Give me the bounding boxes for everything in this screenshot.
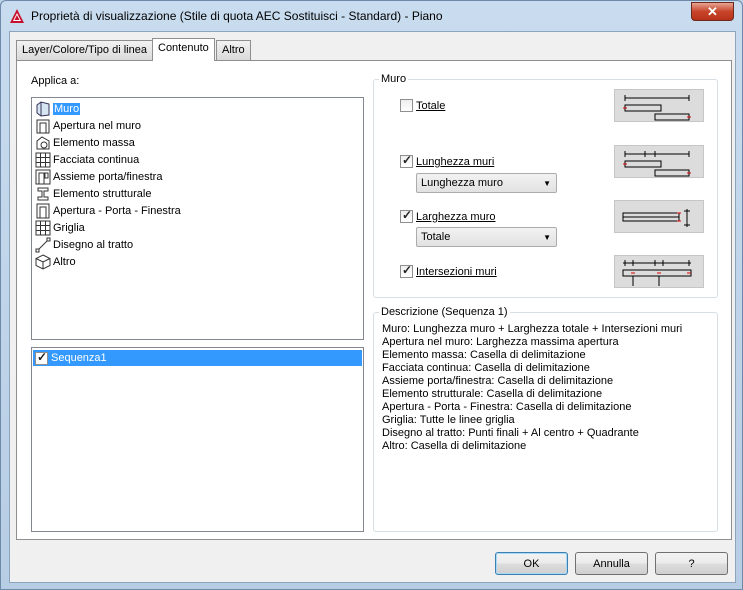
- description-line: Griglia: Tutte le linee griglia: [382, 414, 515, 426]
- list-item-elemento-strutturale[interactable]: Elemento strutturale: [35, 185, 151, 202]
- help-button[interactable]: ?: [655, 552, 728, 575]
- tab-other[interactable]: Altro: [216, 40, 251, 60]
- wall-width-dropdown[interactable]: Totale ▼: [416, 227, 557, 247]
- other-icon: [35, 253, 51, 270]
- sequence-checkbox[interactable]: [35, 350, 48, 365]
- wall-width-preview: [614, 200, 704, 233]
- linework-icon: [35, 237, 51, 253]
- tab-label: Layer/Colore/Tipo di linea: [22, 44, 147, 56]
- opening-door-window-icon: [35, 203, 51, 219]
- close-icon: ✕: [707, 3, 718, 19]
- ok-button-label: OK: [523, 557, 540, 570]
- list-item-assieme-porta-finestra[interactable]: Assieme porta/finestra: [35, 168, 162, 185]
- sequence-list[interactable]: Sequenza1: [31, 347, 364, 532]
- description-line: Disegno al tratto: Punti finali + Al cen…: [382, 427, 639, 439]
- grid-icon: [35, 220, 51, 236]
- total-preview: [614, 89, 704, 122]
- list-item-elemento-massa[interactable]: Elemento massa: [35, 134, 135, 151]
- wall-length-label: Lunghezza muri: [416, 155, 495, 168]
- wall-width-label: Larghezza muro: [416, 210, 496, 223]
- description-line: Assieme porta/finestra: Casella di delim…: [382, 375, 614, 387]
- description-line: Muro: Lunghezza muro + Larghezza totale …: [382, 323, 683, 335]
- list-item-label: Facciata continua: [53, 153, 140, 166]
- list-item-label: Elemento strutturale: [53, 187, 152, 200]
- wall-length-dropdown[interactable]: Lunghezza muro ▼: [416, 173, 557, 193]
- list-item-facciata-continua[interactable]: Facciata continua: [35, 151, 139, 168]
- description-title: Descrizione (Sequenza 1): [379, 306, 510, 318]
- tab-content[interactable]: Contenuto: [152, 38, 215, 61]
- description-line: Elemento massa: Casella di delimitazione: [382, 349, 586, 361]
- wall-intersections-preview: [614, 255, 704, 288]
- cancel-button-label: Annulla: [593, 557, 630, 570]
- total-checkbox[interactable]: [400, 99, 413, 112]
- wall-width-dropdown-value: Totale: [421, 231, 451, 243]
- total-option[interactable]: Totale: [400, 99, 445, 112]
- curtain-wall-icon: [35, 152, 51, 168]
- window-title: Proprietà di visualizzazione (Stile di q…: [31, 9, 443, 23]
- list-item-label: Muro: [53, 102, 81, 115]
- wall-width-checkbox[interactable]: [400, 208, 413, 223]
- list-item-apertura-nel-muro[interactable]: Apertura nel muro: [35, 117, 141, 134]
- list-item-muro[interactable]: Muro: [35, 100, 81, 117]
- description-line: Apertura nel muro: Larghezza massima ape…: [382, 336, 619, 348]
- list-item-griglia[interactable]: Griglia: [35, 219, 85, 236]
- list-item-label: Assieme porta/finestra: [53, 170, 163, 183]
- chevron-down-icon: ▼: [543, 233, 551, 242]
- chevron-down-icon: ▼: [543, 179, 551, 188]
- list-item-altro[interactable]: Altro: [35, 253, 76, 270]
- title-bar[interactable]: Proprietà di visualizzazione (Stile di q…: [1, 1, 742, 31]
- wall-intersections-label: Intersezioni muri: [416, 265, 497, 278]
- ok-button[interactable]: OK: [495, 552, 568, 575]
- description-text: Muro: Lunghezza muro + Larghezza totale …: [382, 323, 682, 453]
- apply-to-list[interactable]: Muro Apertura nel muro Elemento massa Fa…: [31, 97, 364, 340]
- help-button-label: ?: [688, 557, 695, 570]
- wall-length-option[interactable]: Lunghezza muri: [400, 153, 495, 168]
- wall-group-title: Muro: [379, 73, 409, 85]
- wall-length-checkbox[interactable]: [400, 153, 413, 168]
- tab-layer-color-linetype[interactable]: Layer/Colore/Tipo di linea: [16, 40, 153, 60]
- dialog-window: Proprietà di visualizzazione (Stile di q…: [0, 0, 743, 590]
- autocad-logo-icon: [9, 8, 25, 24]
- apply-to-label-text: Applica a:: [31, 75, 80, 87]
- wall-length-preview: [614, 145, 704, 178]
- list-item-apertura-porta-finestra[interactable]: Apertura - Porta - Finestra: [35, 202, 181, 219]
- sequence-label: Sequenza1: [51, 352, 107, 364]
- description-line: Altro: Casella di delimitazione: [382, 440, 527, 452]
- wall-opening-icon: [35, 118, 51, 134]
- tab-label: Altro: [222, 44, 245, 56]
- sequence-row[interactable]: Sequenza1: [33, 350, 362, 366]
- list-item-label: Apertura - Porta - Finestra: [53, 204, 181, 217]
- apply-to-label: Applica a:: [31, 75, 79, 87]
- wall-length-dropdown-value: Lunghezza muro: [421, 177, 503, 189]
- close-button[interactable]: ✕: [691, 2, 734, 21]
- wall-icon: [35, 100, 51, 117]
- tab-panel-content: Applica a: Muro Apertura nel muro Elemen…: [16, 60, 732, 540]
- description-line: Facciata continua: Casella di delimitazi…: [382, 362, 590, 374]
- door-window-assembly-icon: [35, 169, 51, 185]
- list-item-disegno-al-tratto[interactable]: Disegno al tratto: [35, 236, 133, 253]
- list-item-label: Disegno al tratto: [53, 238, 134, 251]
- mass-element-icon: [35, 135, 51, 151]
- wall-width-option[interactable]: Larghezza muro: [400, 208, 496, 223]
- wall-intersections-checkbox[interactable]: [400, 263, 413, 278]
- list-item-label: Altro: [53, 255, 76, 268]
- structural-member-icon: [35, 186, 51, 202]
- tab-label: Contenuto: [158, 42, 209, 54]
- total-label: Totale: [416, 99, 446, 112]
- description-line: Elemento strutturale: Casella di delimit…: [382, 388, 603, 400]
- wall-intersections-option[interactable]: Intersezioni muri: [400, 263, 497, 278]
- dialog-client-area: Layer/Colore/Tipo di linea Contenuto Alt…: [9, 31, 736, 583]
- list-item-label: Apertura nel muro: [53, 119, 142, 132]
- list-item-label: Elemento massa: [53, 136, 135, 149]
- list-item-label: Griglia: [53, 221, 85, 234]
- cancel-button[interactable]: Annulla: [575, 552, 648, 575]
- description-line: Apertura - Porta - Finestra: Casella di …: [382, 401, 632, 413]
